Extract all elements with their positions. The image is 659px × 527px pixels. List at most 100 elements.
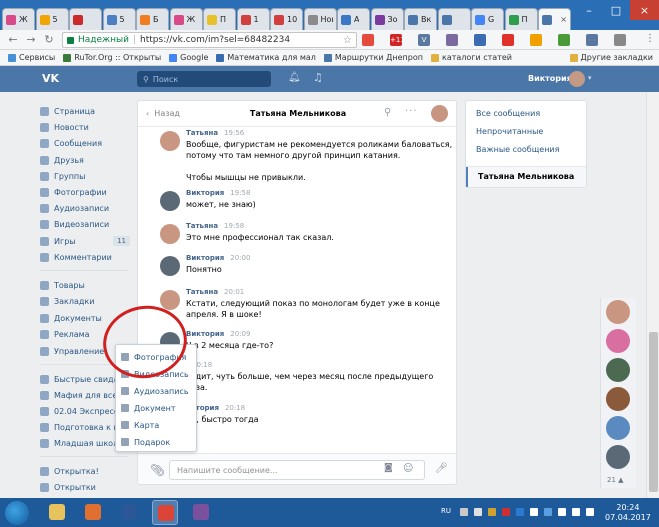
left-menu-item[interactable]: Фотографии [40, 185, 130, 199]
tray-icon[interactable] [558, 508, 566, 516]
left-menu-item[interactable]: Друзья [40, 153, 130, 167]
browser-extension-icon[interactable] [558, 34, 570, 46]
browser-tab[interactable]: А [337, 8, 370, 30]
browser-extension-icon[interactable] [446, 34, 458, 46]
smile-icon[interactable]: ☺ [403, 463, 413, 474]
tray-icon[interactable] [502, 508, 510, 516]
taskbar-app-button[interactable] [188, 500, 214, 525]
sidebar-chat-avatar[interactable] [606, 445, 630, 469]
message-avatar[interactable] [160, 256, 180, 276]
message-author[interactable]: Татьяна [186, 129, 218, 137]
left-menu-item[interactable]: Закладки [40, 294, 130, 308]
left-menu-item[interactable]: Открытка! [40, 464, 130, 478]
left-menu-item[interactable]: Страница [40, 104, 130, 118]
dialog-filter-link[interactable]: Все сообщения [476, 109, 540, 118]
other-bookmarks[interactable]: Другие закладки [569, 53, 653, 62]
more-actions-icon[interactable]: ··· [405, 106, 418, 117]
attach-menu-item[interactable]: Карта [116, 417, 196, 433]
browser-menu-icon[interactable]: ⋮ [645, 33, 655, 44]
browser-extension-icon[interactable] [586, 34, 598, 46]
left-menu-item[interactable]: Игры 11 [40, 234, 130, 248]
message-avatar[interactable] [160, 191, 180, 211]
sidebar-chat-avatar[interactable] [606, 329, 630, 353]
page-scrollbar[interactable] [646, 92, 659, 498]
dialog-filter-link[interactable]: Непрочитанные [476, 127, 543, 136]
browser-tab[interactable]: G [471, 8, 504, 30]
browser-tab[interactable]: 5 [102, 8, 136, 30]
reload-icon[interactable]: ↻ [42, 33, 56, 47]
minimize-button[interactable]: – [576, 0, 602, 20]
camera-icon[interactable]: ◙ [384, 463, 393, 473]
left-menu-item[interactable]: Новости [40, 120, 130, 134]
tray-icon[interactable] [544, 508, 552, 516]
bookmark-item[interactable]: Google [169, 53, 208, 62]
attach-menu-item[interactable]: Документ [116, 400, 196, 416]
browser-tab[interactable]: Ж [2, 8, 35, 30]
tray-icon[interactable] [474, 508, 482, 516]
language-indicator[interactable]: RU [441, 507, 451, 515]
bookmark-item[interactable]: Математика для мал [216, 53, 316, 62]
bookmark-item[interactable]: RuTor.Org :: Открыты [63, 53, 161, 62]
left-menu-item[interactable]: Комментарии [40, 250, 130, 264]
browser-tab[interactable]: П [203, 8, 236, 30]
browser-tab[interactable]: × [538, 8, 571, 30]
taskbar-app-button[interactable] [44, 500, 70, 525]
url-text[interactable]: https://vk.com/im?sel=68482234 [140, 35, 290, 45]
message-author[interactable]: Виктория [186, 330, 224, 338]
close-window-button[interactable]: × [630, 0, 659, 20]
maximize-button[interactable]: □ [603, 0, 629, 20]
browser-extension-icon[interactable] [474, 34, 486, 46]
browser-tab[interactable]: 1 [236, 8, 270, 30]
sidebar-count-badge[interactable]: 21 ▲ [607, 476, 624, 484]
message-author[interactable]: Виктория [186, 254, 224, 262]
message-author[interactable]: Татьяна [186, 288, 218, 296]
browser-extension-icon[interactable] [530, 34, 542, 46]
browser-tab[interactable]: Нов [303, 8, 337, 30]
browser-tab[interactable]: Вк [404, 8, 437, 30]
browser-tab[interactable] [69, 8, 102, 30]
music-note-icon[interactable]: ♫ [313, 71, 323, 84]
browser-extension-icon[interactable]: +11 [390, 34, 405, 46]
tray-icon[interactable] [586, 508, 594, 516]
taskbar-app-button[interactable] [116, 500, 142, 525]
tray-icon[interactable] [488, 508, 496, 516]
chevron-down-icon[interactable]: ▾ [588, 74, 592, 82]
browser-tab[interactable]: 10 [270, 8, 303, 30]
message-author[interactable]: Виктория [186, 189, 224, 197]
bookmark-item[interactable]: Маршрутки Днепроп [323, 53, 423, 62]
scrollbar-thumb[interactable] [649, 332, 658, 492]
tray-icon[interactable] [460, 508, 468, 516]
browser-tab[interactable]: Б [136, 8, 169, 30]
tray-icon[interactable] [516, 508, 524, 516]
left-menu-item[interactable]: Товары [40, 278, 130, 292]
message-avatar[interactable] [160, 131, 180, 151]
dialog-filter-link[interactable]: Важные сообщения [476, 145, 559, 154]
left-menu-item[interactable]: Аудиозаписи [40, 201, 130, 215]
browser-tab[interactable]: П [504, 8, 538, 30]
bookmark-item[interactable]: Сервисы [8, 53, 55, 62]
active-dialog-item[interactable]: Татьяна Мельникова [466, 167, 586, 187]
message-author[interactable]: Татьяна [186, 222, 218, 230]
left-menu-item[interactable]: Видеозаписи [40, 217, 130, 231]
vk-search-input[interactable]: ⚲ Поиск [137, 71, 271, 87]
attach-menu-item[interactable]: Аудиозапись [116, 383, 196, 399]
bookmark-star-icon[interactable]: ☆ [343, 35, 352, 46]
browser-extension-icon[interactable] [362, 34, 374, 46]
system-clock[interactable]: 20:24 07.04.2017 [605, 503, 651, 523]
bookmark-item[interactable]: каталоги статей [431, 53, 512, 62]
taskbar-app-button[interactable] [80, 500, 106, 525]
dialog-search-icon[interactable]: ⚲ [384, 107, 391, 118]
browser-extension-icon[interactable] [614, 34, 626, 46]
browser-extension-icon[interactable] [502, 34, 514, 46]
message-avatar[interactable] [160, 290, 180, 310]
attach-menu-item[interactable]: Подарок [116, 434, 196, 450]
back-arrow-icon[interactable]: ← [6, 33, 20, 47]
taskbar-app-button[interactable] [152, 500, 178, 525]
sidebar-chat-avatar[interactable] [606, 387, 630, 411]
vk-logo-icon[interactable]: VK [42, 72, 59, 85]
browser-tab[interactable]: Ж [169, 8, 203, 30]
header-user-name[interactable]: Виктория [528, 74, 572, 83]
message-avatar[interactable] [160, 224, 180, 244]
dialog-avatar[interactable] [431, 105, 448, 122]
address-bar[interactable]: Надежный | https://vk.com/im?sel=6848223… [62, 32, 357, 48]
